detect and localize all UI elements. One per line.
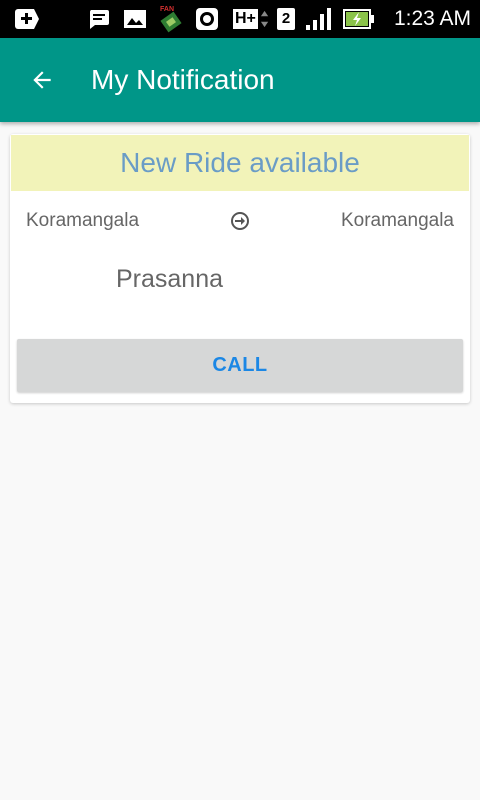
status-time: 1:23 AM xyxy=(393,7,471,30)
passenger-name: Prasanna xyxy=(116,265,224,293)
route-to: Koramangala xyxy=(340,210,454,231)
signal-icon xyxy=(303,0,333,38)
card-header: New Ride available xyxy=(11,135,469,191)
svg-text:FAN: FAN xyxy=(160,6,174,13)
route-from: Koramangala xyxy=(26,210,140,231)
image-icon xyxy=(122,0,148,38)
arrow-back-icon xyxy=(33,71,51,89)
record-icon xyxy=(194,0,220,38)
back-button[interactable] xyxy=(20,58,64,102)
call-button[interactable]: CALL xyxy=(17,339,463,392)
message-icon xyxy=(87,0,111,38)
sim-slot-label: 2 xyxy=(277,8,295,30)
ride-notification-card: New Ride available Koramangala Koramanga… xyxy=(10,134,470,403)
status-bar: FAN H+ 2 1:23 AM xyxy=(0,0,480,38)
battery-charging-icon xyxy=(342,0,376,38)
sim-icon: 2 xyxy=(275,0,297,38)
network-type-icon: H+ xyxy=(233,0,269,38)
satellite-app-icon: FAN xyxy=(157,0,185,38)
network-type-label: H+ xyxy=(233,9,258,29)
app-bar: My Notification xyxy=(0,38,480,122)
page-title: My Notification xyxy=(91,64,275,95)
arrow-circle-right-icon xyxy=(231,212,249,230)
add-notification-icon xyxy=(13,0,41,38)
